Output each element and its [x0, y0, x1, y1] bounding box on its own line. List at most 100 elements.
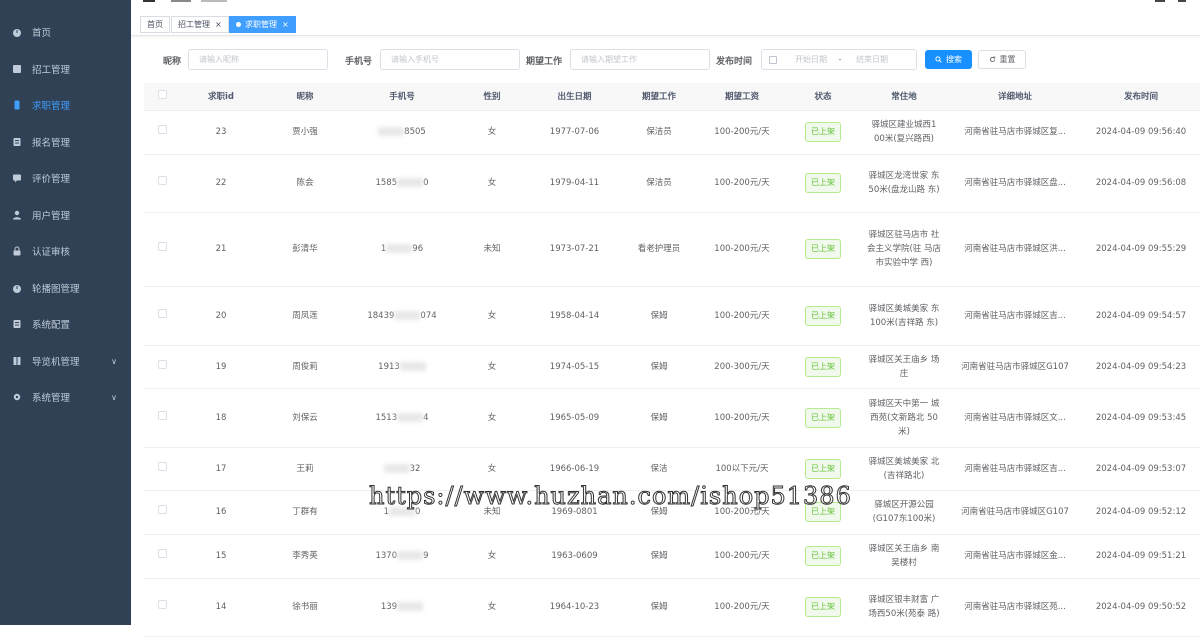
sidebar-item-9[interactable]: 导览机管理 ∨: [0, 343, 131, 379]
row-select-cell: [144, 286, 180, 346]
cell-status: 已上架: [787, 345, 859, 389]
row-checkbox[interactable]: [157, 461, 167, 471]
column-header: 期望工作: [621, 83, 697, 111]
date-range-picker[interactable]: 开始日期 - 结束日期: [761, 49, 917, 70]
table-row: 23 贾小强 8505 女 1977-07-06 保洁员 100-200元/天 已上架 驿城区建…: [144, 110, 1200, 155]
breadcrumb-current: [201, 0, 227, 2]
table-row: 21 彭清华 1 96 未知 1973-07-21 看老护理员 100-200元/天 已上架 驿城…: [144, 212, 1200, 287]
tags-view: 首页 招工管理 × 求职管理 ×: [131, 12, 1200, 36]
date-label: 发布时间: [716, 57, 753, 67]
search-icon: [935, 56, 942, 63]
cell-id: 18: [180, 388, 262, 448]
row-select-cell: [144, 212, 180, 287]
tab-1[interactable]: 招工管理 ×: [171, 16, 229, 33]
phone-prefix: 1585: [375, 178, 398, 188]
cell-nickname: 陈会: [262, 154, 348, 213]
status-badge: 已上架: [805, 239, 841, 259]
phone-input[interactable]: 请输入手机号: [380, 49, 520, 70]
cell-id: 21: [180, 212, 262, 287]
nickname-input[interactable]: 请输入昵称: [188, 49, 328, 70]
row-checkbox[interactable]: [157, 600, 167, 609]
cell-phone: 8505: [348, 110, 456, 155]
phone-suffix: 074: [420, 310, 437, 321]
row-checkbox[interactable]: [157, 410, 167, 420]
row-checkbox[interactable]: [157, 359, 167, 369]
cell-residence: 驿城区美城美家 北(吉祥路北): [859, 447, 949, 491]
cell-residence: 驿城区建业城西1 00米(复兴路西): [859, 110, 949, 155]
row-checkbox[interactable]: [157, 505, 167, 514]
cell-birth: 1977-07-06: [528, 110, 621, 155]
cell-nickname: 贾小强: [262, 110, 348, 155]
cell-gender: 女: [456, 578, 528, 637]
job-input[interactable]: 请输入期望工作: [570, 49, 710, 70]
cell-salary: 100-200元/天: [697, 286, 787, 346]
cell-job: 看老护理员: [621, 212, 697, 287]
cell-residence: 驿城区驻马店市 社会主义学院(驻 马店市实验中学 西): [859, 212, 949, 287]
search-button[interactable]: 搜索: [925, 50, 972, 69]
status-badge: 已上架: [805, 122, 841, 142]
status-badge: 已上架: [805, 546, 841, 566]
sidebar-item-2[interactable]: 求职管理: [0, 87, 131, 123]
sidebar-item-10[interactable]: 系统管理 ∨: [0, 379, 131, 415]
cell-time: 2024-04-09 09:50:52: [1081, 578, 1200, 637]
chevron-down-icon[interactable]: ∨: [111, 393, 117, 402]
close-icon[interactable]: ×: [282, 20, 289, 29]
sidebar-item-4[interactable]: 评价管理: [0, 160, 131, 196]
job-seeker-table: 求职id昵称手机号性别出生日期期望工作期望工资状态常住地详细地址发布时间操作 2…: [144, 83, 1200, 637]
sidebar-item-label: 评价管理: [32, 174, 71, 185]
cell-birth: 1963-0609: [528, 534, 621, 579]
column-header: 状态: [787, 83, 859, 111]
sidebar-item-8[interactable]: 系统配置: [0, 306, 131, 342]
table-row: 14 徐书丽 139 女 1964-10-23 保姆 100-200元/天 已上架 驿城区银丰财…: [144, 578, 1200, 637]
sidebar-item-5[interactable]: 用户管理: [0, 197, 131, 233]
hamburger-icon[interactable]: [143, 0, 155, 2]
close-icon[interactable]: ×: [215, 20, 222, 29]
cell-phone: 1585 0: [348, 154, 456, 213]
cell-address: 河南省驻马店市驿城区吉...: [949, 286, 1081, 346]
status-badge: 已上架: [805, 458, 841, 479]
sidebar-item-label: 报名管理: [32, 138, 71, 149]
tab-0[interactable]: 首页: [140, 16, 170, 33]
cell-address: 河南省驻马店市驿城区苑...: [949, 578, 1081, 637]
row-checkbox[interactable]: [157, 242, 167, 251]
phone-prefix: 1913: [378, 361, 400, 372]
cell-residence: 驿城区龙湾世家 东50米(盘龙山路 东): [859, 154, 949, 213]
select-all-checkbox[interactable]: [157, 90, 167, 100]
column-header: 手机号: [348, 83, 456, 111]
dashboard-icon: [12, 27, 22, 37]
size-icon[interactable]: [1178, 0, 1186, 2]
cell-birth: 1973-07-21: [528, 212, 621, 287]
phone-redaction: [397, 602, 424, 611]
row-checkbox[interactable]: [157, 176, 167, 185]
column-header: 出生日期: [528, 83, 621, 111]
cell-phone: 1513 4: [348, 388, 456, 448]
cell-job: 保姆: [621, 534, 697, 579]
table-row: 20 周凤莲 18439 074 女 1958-04-14 保姆 100-200元/天 已上架驿…: [144, 286, 1200, 346]
row-checkbox[interactable]: [157, 308, 167, 318]
start-date-input[interactable]: 开始日期: [789, 54, 833, 65]
sidebar-item-1[interactable]: 招工管理: [0, 51, 131, 87]
sidebar-item-7[interactable]: 轮播图管理: [0, 270, 131, 306]
end-date-input[interactable]: 结束日期: [847, 54, 897, 65]
table-header-row: 求职id昵称手机号性别出生日期期望工作期望工资状态常住地详细地址发布时间操作: [144, 83, 1200, 111]
row-checkbox[interactable]: [157, 549, 167, 558]
sidebar-item-0[interactable]: 首页: [0, 14, 131, 50]
sidebar-item-3[interactable]: 报名管理: [0, 124, 131, 160]
status-badge: 已上架: [805, 305, 841, 326]
cell-phone: 1 96: [348, 212, 456, 287]
refresh-icon: [989, 56, 995, 63]
chevron-down-icon[interactable]: ∨: [111, 357, 117, 366]
tab-2[interactable]: 求职管理 ×: [229, 16, 296, 33]
fullscreen-icon[interactable]: [1155, 0, 1165, 2]
column-header: 常住地: [859, 83, 949, 111]
row-checkbox[interactable]: [157, 125, 167, 134]
reset-button[interactable]: 重置: [978, 50, 1026, 69]
sidebar-item-6[interactable]: 认证审核: [0, 233, 131, 269]
phone-suffix: 9: [423, 551, 429, 561]
sidebar-item-label: 系统管理: [32, 393, 71, 404]
cell-address: 河南省驻马店市驿城区洪...: [949, 212, 1081, 287]
cell-id: 20: [180, 286, 262, 346]
phone-prefix: 1370: [375, 551, 398, 561]
book-icon: [12, 356, 22, 366]
cell-time: 2024-04-09 09:54:23: [1081, 345, 1200, 389]
